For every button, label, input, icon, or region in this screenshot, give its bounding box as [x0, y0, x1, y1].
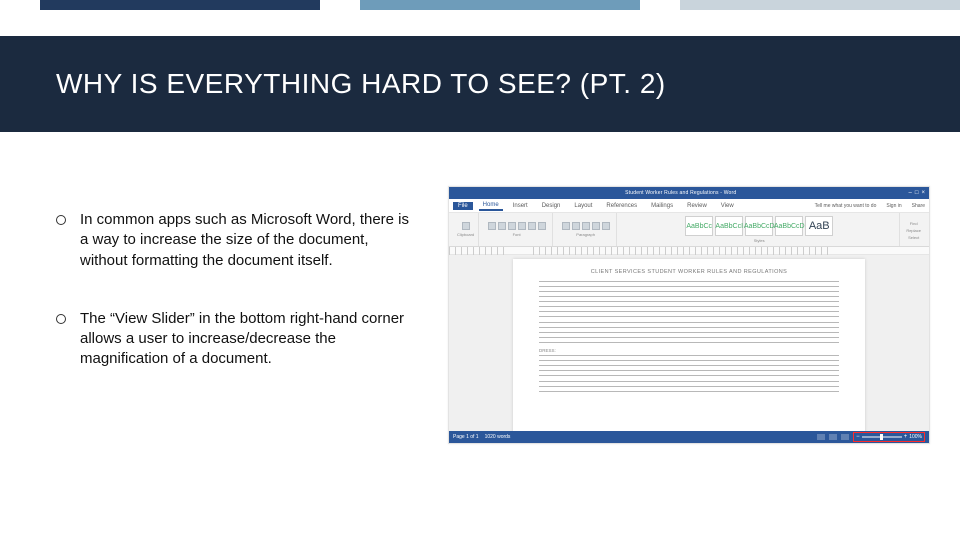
style-sample: AaB	[805, 216, 833, 236]
ribbon-group-font: Font	[481, 213, 553, 246]
style-sample: AaBbCc	[685, 216, 713, 236]
bullet-item: In common apps such as Microsoft Word, t…	[56, 210, 410, 271]
file-tab: File	[453, 202, 473, 210]
bullet-marker-icon	[56, 215, 66, 225]
accent-strip	[0, 0, 960, 10]
view-mode-icon	[829, 434, 837, 440]
menu-tab-design: Design	[538, 202, 565, 210]
zoom-track	[862, 436, 902, 438]
slide-title: WHY IS EVERYTHING HARD TO SEE? (PT. 2)	[56, 68, 666, 100]
status-page: Page 1 of 1	[453, 434, 479, 440]
menu-tab-insert: Insert	[509, 202, 532, 210]
word-document-area: CLIENT SERVICES STUDENT WORKER RULES AND…	[449, 255, 929, 431]
bullet-list: In common apps such as Microsoft Word, t…	[0, 170, 430, 510]
minimize-icon: –	[909, 190, 912, 196]
ribbon-group-editing: Find Replace Select	[902, 213, 925, 246]
style-sample: AaBbCcI	[715, 216, 743, 236]
style-sample: AaBbCcD	[745, 216, 773, 236]
menu-tab-review: Review	[683, 202, 711, 210]
view-mode-icon	[817, 434, 825, 440]
bullet-text: In common apps such as Microsoft Word, t…	[80, 210, 410, 271]
window-controls: – □ ×	[909, 190, 925, 196]
word-menubar: File Home Insert Design Layout Reference…	[449, 199, 929, 213]
zoom-out-icon: −	[856, 434, 860, 440]
zoom-thumb	[880, 434, 883, 440]
zoom-percent: 100%	[909, 434, 922, 440]
document-section-label: DRESS:	[539, 348, 839, 353]
word-page: CLIENT SERVICES STUDENT WORKER RULES AND…	[513, 259, 865, 431]
bullet-marker-icon	[56, 314, 66, 324]
word-window-title: Student Worker Rules and Regulations - W…	[625, 190, 736, 196]
menu-tab-references: References	[602, 202, 641, 210]
word-titlebar: Student Worker Rules and Regulations - W…	[449, 187, 929, 199]
menu-tab-view: View	[717, 202, 738, 210]
word-screenshot: Student Worker Rules and Regulations - W…	[448, 186, 930, 444]
close-icon: ×	[921, 190, 925, 196]
menu-tab-home: Home	[479, 201, 503, 211]
menu-tab-layout: Layout	[570, 202, 596, 210]
word-statusbar: Page 1 of 1 1020 words − + 100%	[449, 431, 929, 443]
slide: WHY IS EVERYTHING HARD TO SEE? (PT. 2) I…	[0, 0, 960, 540]
sign-in-label: Sign in	[886, 203, 901, 209]
word-ruler	[449, 247, 929, 255]
paste-icon	[462, 222, 470, 230]
style-sample: AaBbCcD	[775, 216, 803, 236]
document-heading: CLIENT SERVICES STUDENT WORKER RULES AND…	[539, 269, 839, 275]
ribbon-group-styles: AaBbCc AaBbCcI AaBbCcD AaBbCcD AaB Style…	[619, 213, 900, 246]
zoom-in-icon: +	[904, 434, 908, 440]
bullet-text: The “View Slider” in the bottom right-ha…	[80, 309, 410, 370]
tell-me-box: Tell me what you want to do	[815, 203, 877, 209]
bullet-item: The “View Slider” in the bottom right-ha…	[56, 309, 410, 370]
view-mode-icon	[841, 434, 849, 440]
ribbon-group-clipboard: Clipboard	[453, 213, 479, 246]
status-words: 1020 words	[485, 434, 511, 440]
zoom-slider-highlight: − + 100%	[853, 432, 925, 442]
menu-tab-mailings: Mailings	[647, 202, 677, 210]
title-band: WHY IS EVERYTHING HARD TO SEE? (PT. 2)	[0, 36, 960, 132]
maximize-icon: □	[915, 190, 919, 196]
share-label: Share	[912, 203, 925, 209]
ribbon-group-paragraph: Paragraph	[555, 213, 617, 246]
word-ribbon: Clipboard Font Paragraph AaBbCc AaBbCcI …	[449, 213, 929, 247]
